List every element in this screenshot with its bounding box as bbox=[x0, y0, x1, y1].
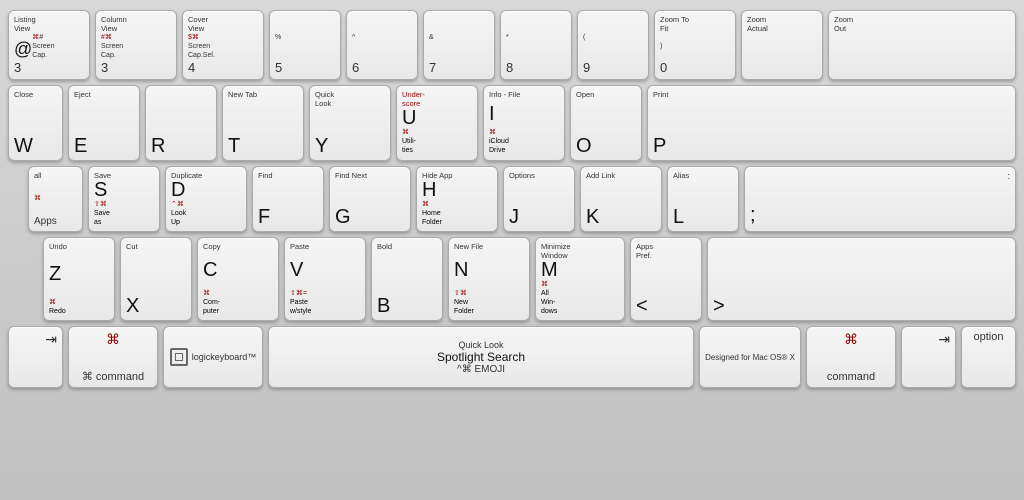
keyboard: ListingView @ ⌘#ScreenCap. 3 ColumnView … bbox=[0, 0, 1024, 500]
key-p-print[interactable]: Print P bbox=[647, 85, 1016, 160]
key-tab-left[interactable]: ⇥ bbox=[8, 326, 63, 388]
key-u-underscore[interactable]: Under-score U ⌘Utili-ties bbox=[396, 85, 478, 160]
key-semicolon[interactable]: : ; bbox=[744, 166, 1016, 232]
key-u-row1[interactable]: * 8 bbox=[500, 10, 572, 80]
key-option[interactable]: option bbox=[961, 326, 1016, 388]
key-z-undo[interactable]: Undo Z ⌘Redo bbox=[43, 237, 115, 321]
key-i-row1[interactable]: ( 9 bbox=[577, 10, 649, 80]
key-w-close[interactable]: Close W bbox=[8, 85, 63, 160]
key-t-row1[interactable]: ^ 6 bbox=[346, 10, 418, 80]
logo-text: logickeyboard™ bbox=[192, 352, 257, 362]
key-y-row1[interactable]: & 7 bbox=[423, 10, 495, 80]
key-column-view[interactable]: ColumnView #⌘ScreenCap. 3 bbox=[95, 10, 177, 80]
key-designed-for: Designed for Mac OS® X bbox=[699, 326, 801, 388]
row-bottom: ⇥ ⌘ ⌘ command logickeyboard™ Quick Look … bbox=[8, 326, 1016, 388]
key-gt[interactable]: > bbox=[707, 237, 1016, 321]
key-h-hideapp[interactable]: Hide App H ⌘HomeFolder bbox=[416, 166, 498, 232]
key-o-open[interactable]: Open O bbox=[570, 85, 642, 160]
key-zoom-out[interactable]: ZoomOut bbox=[828, 10, 1016, 80]
key-cmd-right[interactable]: ⌘ command bbox=[806, 326, 896, 388]
key-n-newfile[interactable]: New File N ⇧⌘NewFolder bbox=[448, 237, 530, 321]
key-lt-appspref[interactable]: AppsPref. < bbox=[630, 237, 702, 321]
key-r-row2[interactable]: R bbox=[145, 85, 217, 160]
key-c-copy[interactable]: Copy C ⌘Com-puter bbox=[197, 237, 279, 321]
key-zoom-fit[interactable]: Zoom ToFit ) 0 bbox=[654, 10, 736, 80]
key-cover-view[interactable]: CoverView $⌘ScreenCap.Sel. 4 bbox=[182, 10, 264, 80]
left-command-label: ⌘ command bbox=[74, 370, 152, 383]
row-3: all ⌘ Apps Save S ⇧⌘Saveas Duplicate D ⌃… bbox=[28, 166, 1016, 232]
key-g-findnext[interactable]: Find Next G bbox=[329, 166, 411, 232]
key-t-newtab[interactable]: New Tab T bbox=[222, 85, 304, 160]
option-label: option bbox=[967, 331, 1010, 343]
key-m-minimize[interactable]: MinimizeWindow M ⌘AllWin-dows bbox=[535, 237, 625, 321]
key-tab-right[interactable]: ⇥ bbox=[901, 326, 956, 388]
key-zoom-actual[interactable]: ZoomActual bbox=[741, 10, 823, 80]
key-cmd-left[interactable]: ⌘ ⌘ command bbox=[68, 326, 158, 388]
key-l-alias[interactable]: Alias L bbox=[667, 166, 739, 232]
designed-for-label: Designed for Mac OS® X bbox=[705, 352, 795, 363]
logo-icon bbox=[170, 348, 188, 366]
key-all-apps[interactable]: all ⌘ Apps bbox=[28, 166, 83, 232]
key-i-infofile[interactable]: Info - File I ⌘iCloudDrive bbox=[483, 85, 565, 160]
row-4: Undo Z ⌘Redo Cut X Copy C ⌘Com-puter Pas… bbox=[43, 237, 1016, 321]
key-x-cut[interactable]: Cut X bbox=[120, 237, 192, 321]
key-f-find[interactable]: Find F bbox=[252, 166, 324, 232]
key-b-bold[interactable]: Bold B bbox=[371, 237, 443, 321]
row-2: Close W Eject E R New Tab T QuickLook Y … bbox=[8, 85, 1016, 160]
key-j-options[interactable]: Options J bbox=[503, 166, 575, 232]
key-k-addlink[interactable]: Add Link K bbox=[580, 166, 662, 232]
key-y-quicklook[interactable]: QuickLook Y bbox=[309, 85, 391, 160]
key-spacebar[interactable]: Quick Look Spotlight Search ^⌘ EMOJI bbox=[268, 326, 694, 388]
row-1: ListingView @ ⌘#ScreenCap. 3 ColumnView … bbox=[8, 10, 1016, 80]
spacebar-mid-label: Spotlight Search bbox=[437, 350, 525, 364]
key-s-save[interactable]: Save S ⇧⌘Saveas bbox=[88, 166, 160, 232]
key-v-paste[interactable]: Paste V ⇧⌘=Pastew/style bbox=[284, 237, 366, 321]
right-command-label: command bbox=[812, 371, 890, 383]
key-d-duplicate[interactable]: Duplicate D ⌃⌘LookUp bbox=[165, 166, 247, 232]
spacebar-bot-label: ^⌘ EMOJI bbox=[457, 364, 505, 375]
spacebar-top-label: Quick Look bbox=[459, 340, 504, 350]
key-r-row1[interactable]: % 5 bbox=[269, 10, 341, 80]
key-logickeyboard-logo: logickeyboard™ bbox=[163, 326, 263, 388]
key-listing-view[interactable]: ListingView @ ⌘#ScreenCap. 3 bbox=[8, 10, 90, 80]
key-e-eject[interactable]: Eject E bbox=[68, 85, 140, 160]
